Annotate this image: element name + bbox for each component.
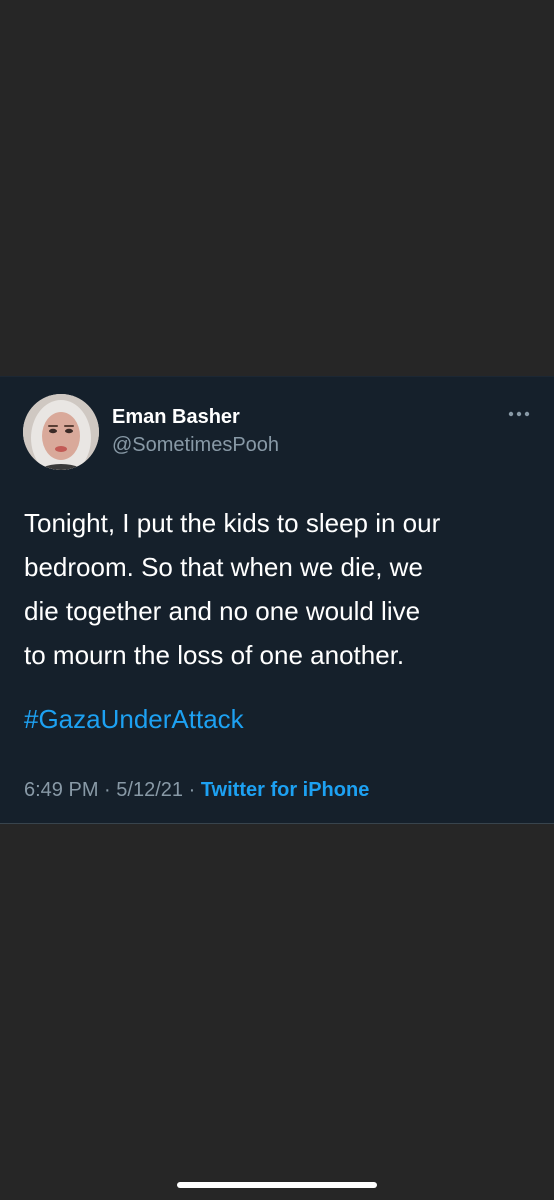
- meta-separator: ·: [188, 779, 196, 801]
- avatar-photo-icon: [23, 394, 99, 470]
- tweet-text-line: to mourn the loss of one another.: [24, 640, 405, 670]
- tweet-card[interactable]: Eman Basher @SometimesPooh Tonight, I pu…: [0, 376, 554, 824]
- tweet-text-line: die together and no one would live: [24, 596, 421, 626]
- hashtag-link[interactable]: #GazaUnderAttack: [24, 697, 244, 741]
- avatar[interactable]: [23, 394, 99, 470]
- home-indicator[interactable]: [177, 1182, 377, 1188]
- tweet-date[interactable]: 5/12/21: [116, 779, 183, 801]
- more-horizontal-icon[interactable]: [506, 407, 532, 421]
- tweet-metadata: 6:49 PM · 5/12/21 · Twitter for iPhone: [24, 777, 369, 803]
- tweet-text: Tonight, I put the kids to sleep in our b…: [24, 501, 534, 677]
- display-name[interactable]: Eman Basher: [112, 405, 240, 429]
- tweet-time[interactable]: 6:49 PM: [24, 779, 98, 801]
- meta-separator: ·: [104, 779, 111, 801]
- tweet-source-link[interactable]: Twitter for iPhone: [201, 779, 370, 801]
- screenshot-screen: Eman Basher @SometimesPooh Tonight, I pu…: [0, 0, 554, 1200]
- user-handle[interactable]: @SometimesPooh: [112, 433, 279, 457]
- tweet-text-line: Tonight, I put the kids to sleep in our: [24, 508, 441, 538]
- tweet-text-line: bedroom. So that when we die, we: [24, 552, 423, 582]
